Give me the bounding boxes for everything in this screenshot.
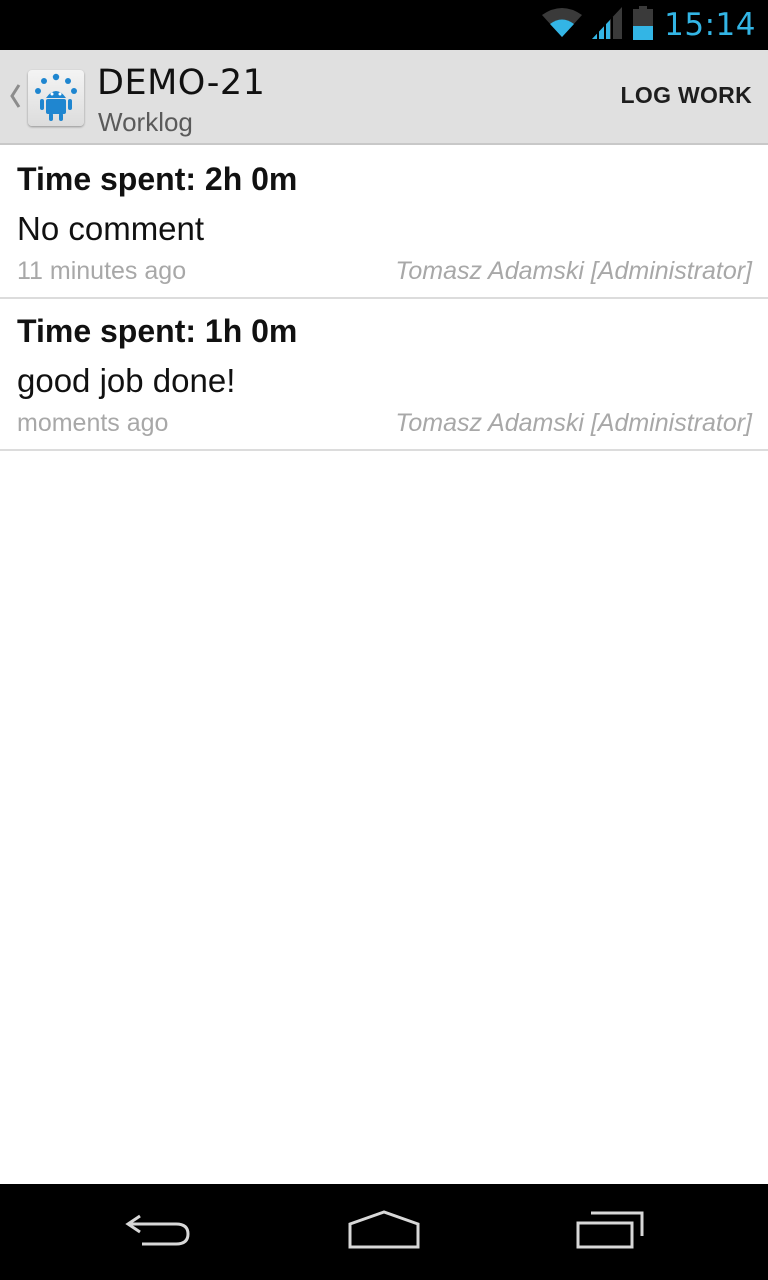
navigation-bar — [0, 1184, 768, 1280]
action-bar: DEMO-21 Worklog LOG WORK — [0, 50, 768, 145]
status-icons: 15:14 — [542, 0, 756, 50]
battery-icon — [632, 5, 654, 45]
wifi-icon — [542, 7, 583, 44]
recent-apps-button[interactable] — [565, 1204, 655, 1260]
worklog-timestamp: 11 minutes ago — [17, 257, 187, 285]
page-subtitle: Worklog — [98, 107, 193, 137]
worklog-item[interactable]: Time spent: 2h 0m No comment 11 minutes … — [0, 147, 768, 299]
home-icon — [347, 1209, 421, 1255]
worklog-comment: good job done! — [17, 362, 236, 399]
page-title: DEMO-21 — [97, 63, 266, 103]
log-work-button[interactable]: LOG WORK — [621, 82, 752, 109]
status-bar: 15:14 — [0, 0, 768, 50]
worklog-comment: No comment — [17, 210, 205, 247]
worklog-item[interactable]: Time spent: 1h 0m good job done! moments… — [0, 299, 768, 451]
app-icon[interactable] — [28, 70, 84, 126]
worklog-time-spent: Time spent: 1h 0m — [17, 313, 298, 349]
worklog-timestamp: moments ago — [17, 409, 169, 437]
worklog-author: Tomasz Adamski [Administrator] — [395, 409, 752, 437]
signal-icon — [592, 6, 623, 44]
status-clock: 15:14 — [664, 7, 756, 43]
recent-apps-icon — [575, 1210, 645, 1255]
worklog-list: Time spent: 2h 0m No comment 11 minutes … — [0, 147, 768, 451]
back-button[interactable] — [114, 1204, 204, 1260]
up-caret-icon[interactable] — [7, 82, 23, 110]
worklog-author: Tomasz Adamski [Administrator] — [395, 257, 752, 285]
worklog-time-spent: Time spent: 2h 0m — [17, 161, 298, 197]
home-button[interactable] — [339, 1204, 429, 1260]
back-icon — [124, 1210, 194, 1255]
